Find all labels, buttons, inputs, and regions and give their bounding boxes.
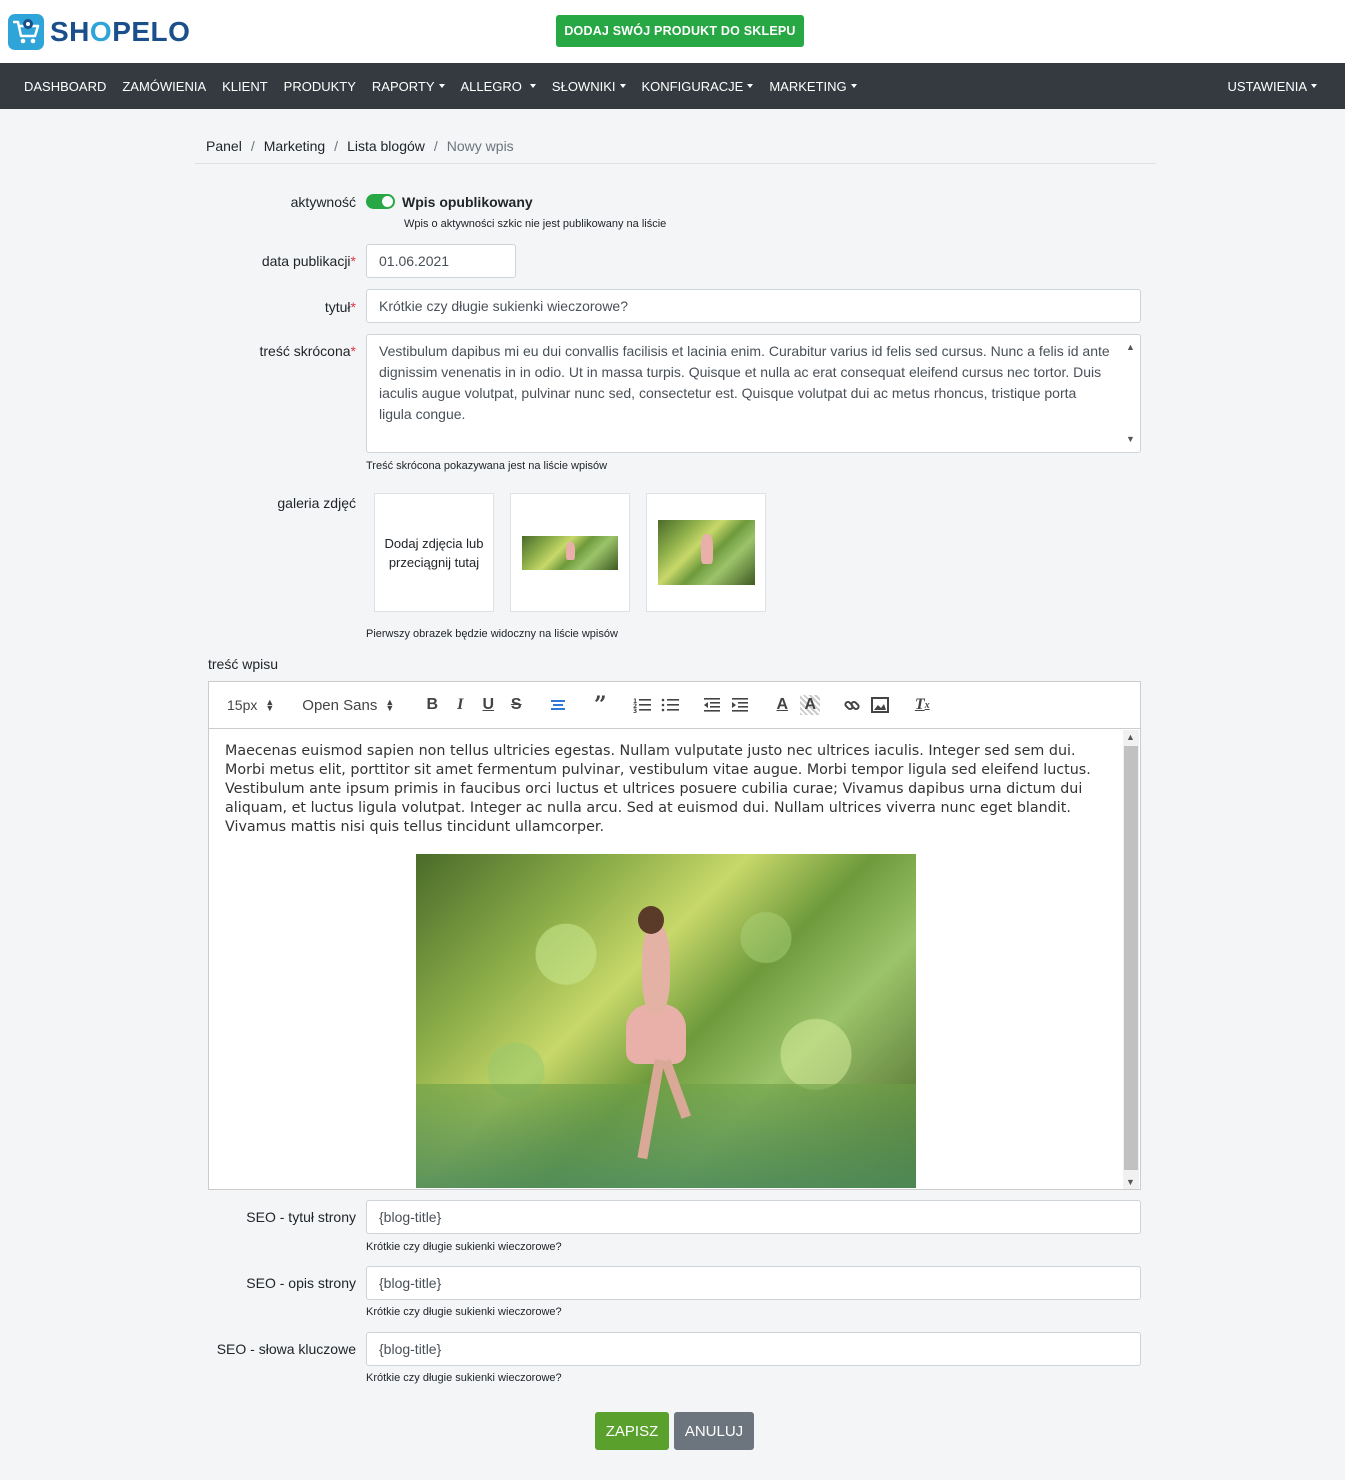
caret-down-icon <box>1311 84 1317 88</box>
nav-item-reports[interactable]: RAPORTY <box>364 63 453 109</box>
short-content-text: Vestibulum dapibus mi eu dui convallis f… <box>379 343 1110 422</box>
nav-item-allegro[interactable]: ALLEGRO <box>453 63 544 109</box>
scroll-up-icon[interactable]: ▲ <box>1126 337 1135 358</box>
content-label: treść wpisu <box>208 656 279 672</box>
breadcrumb-current: Nowy wpis <box>446 137 514 154</box>
seo-title-input[interactable]: {blog-title} <box>366 1200 1141 1234</box>
seo-description-label: SEO - opis strony <box>246 1275 356 1291</box>
gallery-image-1 <box>522 535 618 570</box>
seo-title-label: SEO - tytuł strony <box>246 1209 356 1225</box>
save-button[interactable]: ZAPISZ <box>595 1412 669 1450</box>
ordered-list-icon[interactable]: 123 <box>632 695 652 715</box>
nav-item-client[interactable]: KLIENT <box>214 63 276 109</box>
title-label: tytuł* <box>324 299 356 315</box>
underline-icon[interactable]: U <box>478 695 498 715</box>
breadcrumb-blog-list[interactable]: Lista blogów <box>347 138 425 154</box>
italic-icon[interactable]: I <box>450 695 470 715</box>
pubdate-input[interactable]: 01.06.2021 <box>366 244 516 278</box>
activity-help: Wpis o aktywności szkic nie jest publiko… <box>404 218 667 230</box>
updown-icon: ▲ ▼ <box>385 697 395 713</box>
gallery-thumbnail-1[interactable] <box>510 493 630 612</box>
strikethrough-icon[interactable]: S <box>506 695 526 715</box>
shopelo-logo[interactable]: SHOPELO <box>8 13 190 51</box>
activity-toggle[interactable] <box>366 194 395 209</box>
nav-item-dictionaries[interactable]: SŁOWNIKI <box>544 63 634 109</box>
breadcrumb-panel[interactable]: Panel <box>206 138 242 154</box>
scrollbar-thumb[interactable] <box>1124 746 1138 1170</box>
align-center-icon[interactable] <box>548 695 568 715</box>
nav-item-products[interactable]: PRODUKTY <box>276 63 364 109</box>
seo-keywords-input[interactable]: {blog-title} <box>366 1332 1141 1366</box>
activity-toggle-label: Wpis opublikowany <box>402 194 533 210</box>
bold-icon[interactable]: B <box>422 695 442 715</box>
caret-down-icon <box>438 84 445 88</box>
indent-icon[interactable] <box>730 695 750 715</box>
gallery-help: Pierwszy obrazek będzie widoczny na liśc… <box>366 628 618 640</box>
text-color-icon[interactable]: A <box>772 695 792 715</box>
link-icon[interactable] <box>842 695 862 715</box>
quote-icon[interactable]: ” <box>590 692 610 718</box>
short-content-help: Treść skrócona pokazywana jest na liście… <box>366 460 608 472</box>
short-content-label: treść skrócona* <box>259 343 357 359</box>
seo-keywords-help: Krótkie czy długie sukienki wieczorowe? <box>366 1372 562 1384</box>
image-icon[interactable] <box>870 695 890 715</box>
pubdate-label: data publikacji* <box>261 253 356 269</box>
caret-down-icon <box>747 84 754 88</box>
caret-down-icon <box>850 84 857 88</box>
background-color-icon[interactable]: A <box>800 695 821 715</box>
caret-down-icon <box>619 84 626 88</box>
gallery-image-2 <box>657 520 755 585</box>
nav-item-settings[interactable]: USTAWIENIA <box>1220 63 1325 109</box>
font-family-select[interactable]: Open Sans ▲ ▼ <box>302 693 394 717</box>
cancel-button[interactable]: ANULUJ <box>674 1412 754 1450</box>
bullet-list-icon[interactable] <box>660 695 680 715</box>
editor-text: Maecenas euismod sapien non tellus ultri… <box>225 743 1091 835</box>
gallery-thumbnail-2[interactable] <box>646 493 766 612</box>
breadcrumb: Panel / Marketing / Lista blogów / Nowy … <box>195 128 1156 164</box>
seo-description-input[interactable]: {blog-title} <box>366 1266 1141 1300</box>
clear-formatting-icon[interactable]: Tx <box>912 695 932 715</box>
nav-item-orders[interactable]: ZAMÓWIENIA <box>114 63 214 109</box>
scroll-up-icon[interactable]: ▲ <box>1126 732 1135 742</box>
svg-text:3: 3 <box>633 708 637 713</box>
rich-text-editor: 15px ▲ ▼ Open Sans ▲ ▼ B I U S ” 123 A A… <box>208 681 1141 1190</box>
seo-title-help: Krótkie czy długie sukienki wieczorowe? <box>366 1241 562 1253</box>
font-size-select[interactable]: 15px ▲ ▼ <box>227 693 274 717</box>
nav-item-marketing[interactable]: MARKETING <box>761 63 864 109</box>
outdent-icon[interactable] <box>702 695 722 715</box>
editor-toolbar: 15px ▲ ▼ Open Sans ▲ ▼ B I U S ” 123 A A… <box>209 682 1140 729</box>
short-content-textarea[interactable]: Vestibulum dapibus mi eu dui convallis f… <box>366 334 1141 453</box>
scroll-down-icon[interactable]: ▼ <box>1126 429 1135 450</box>
activity-label: aktywność <box>290 194 356 210</box>
title-input[interactable]: Krótkie czy długie sukienki wieczorowe? <box>366 289 1141 323</box>
gallery-label: galeria zdjęć <box>277 495 356 511</box>
nav-item-dashboard[interactable]: DASHBOARD <box>0 63 114 109</box>
editor-content[interactable]: Maecenas euismod sapien non tellus ultri… <box>209 730 1123 1189</box>
scroll-down-icon[interactable]: ▼ <box>1126 1177 1135 1187</box>
cart-icon <box>8 14 44 50</box>
logo-text: SHOPELO <box>50 16 191 47</box>
editor-embedded-image[interactable] <box>416 854 916 1188</box>
gallery-add-text: Dodaj zdjęcia lub przeciągnij tutaj <box>384 535 484 570</box>
breadcrumb-marketing[interactable]: Marketing <box>264 138 325 154</box>
nav-item-configurations[interactable]: KONFIGURACJE <box>634 63 762 109</box>
caret-down-icon <box>529 84 536 88</box>
updown-icon: ▲ ▼ <box>265 697 275 713</box>
add-product-button[interactable]: DODAJ SWÓJ PRODUKT DO SKLEPU <box>556 15 804 47</box>
gallery-add-dropzone[interactable]: Dodaj zdjęcia lub przeciągnij tutaj <box>374 493 494 612</box>
editor-scrollbar[interactable]: ▲ ▼ <box>1123 730 1139 1189</box>
textarea-scrollbar[interactable]: ▲ ▼ <box>1124 337 1138 450</box>
top-bar: SHOPELO DODAJ SWÓJ PRODUKT DO SKLEPU <box>0 0 1345 63</box>
seo-description-help: Krótkie czy długie sukienki wieczorowe? <box>366 1306 562 1318</box>
seo-keywords-label: SEO - słowa kluczowe <box>216 1341 356 1357</box>
main-navbar: DASHBOARD ZAMÓWIENIA KLIENT PRODUKTY RAP… <box>0 63 1345 109</box>
